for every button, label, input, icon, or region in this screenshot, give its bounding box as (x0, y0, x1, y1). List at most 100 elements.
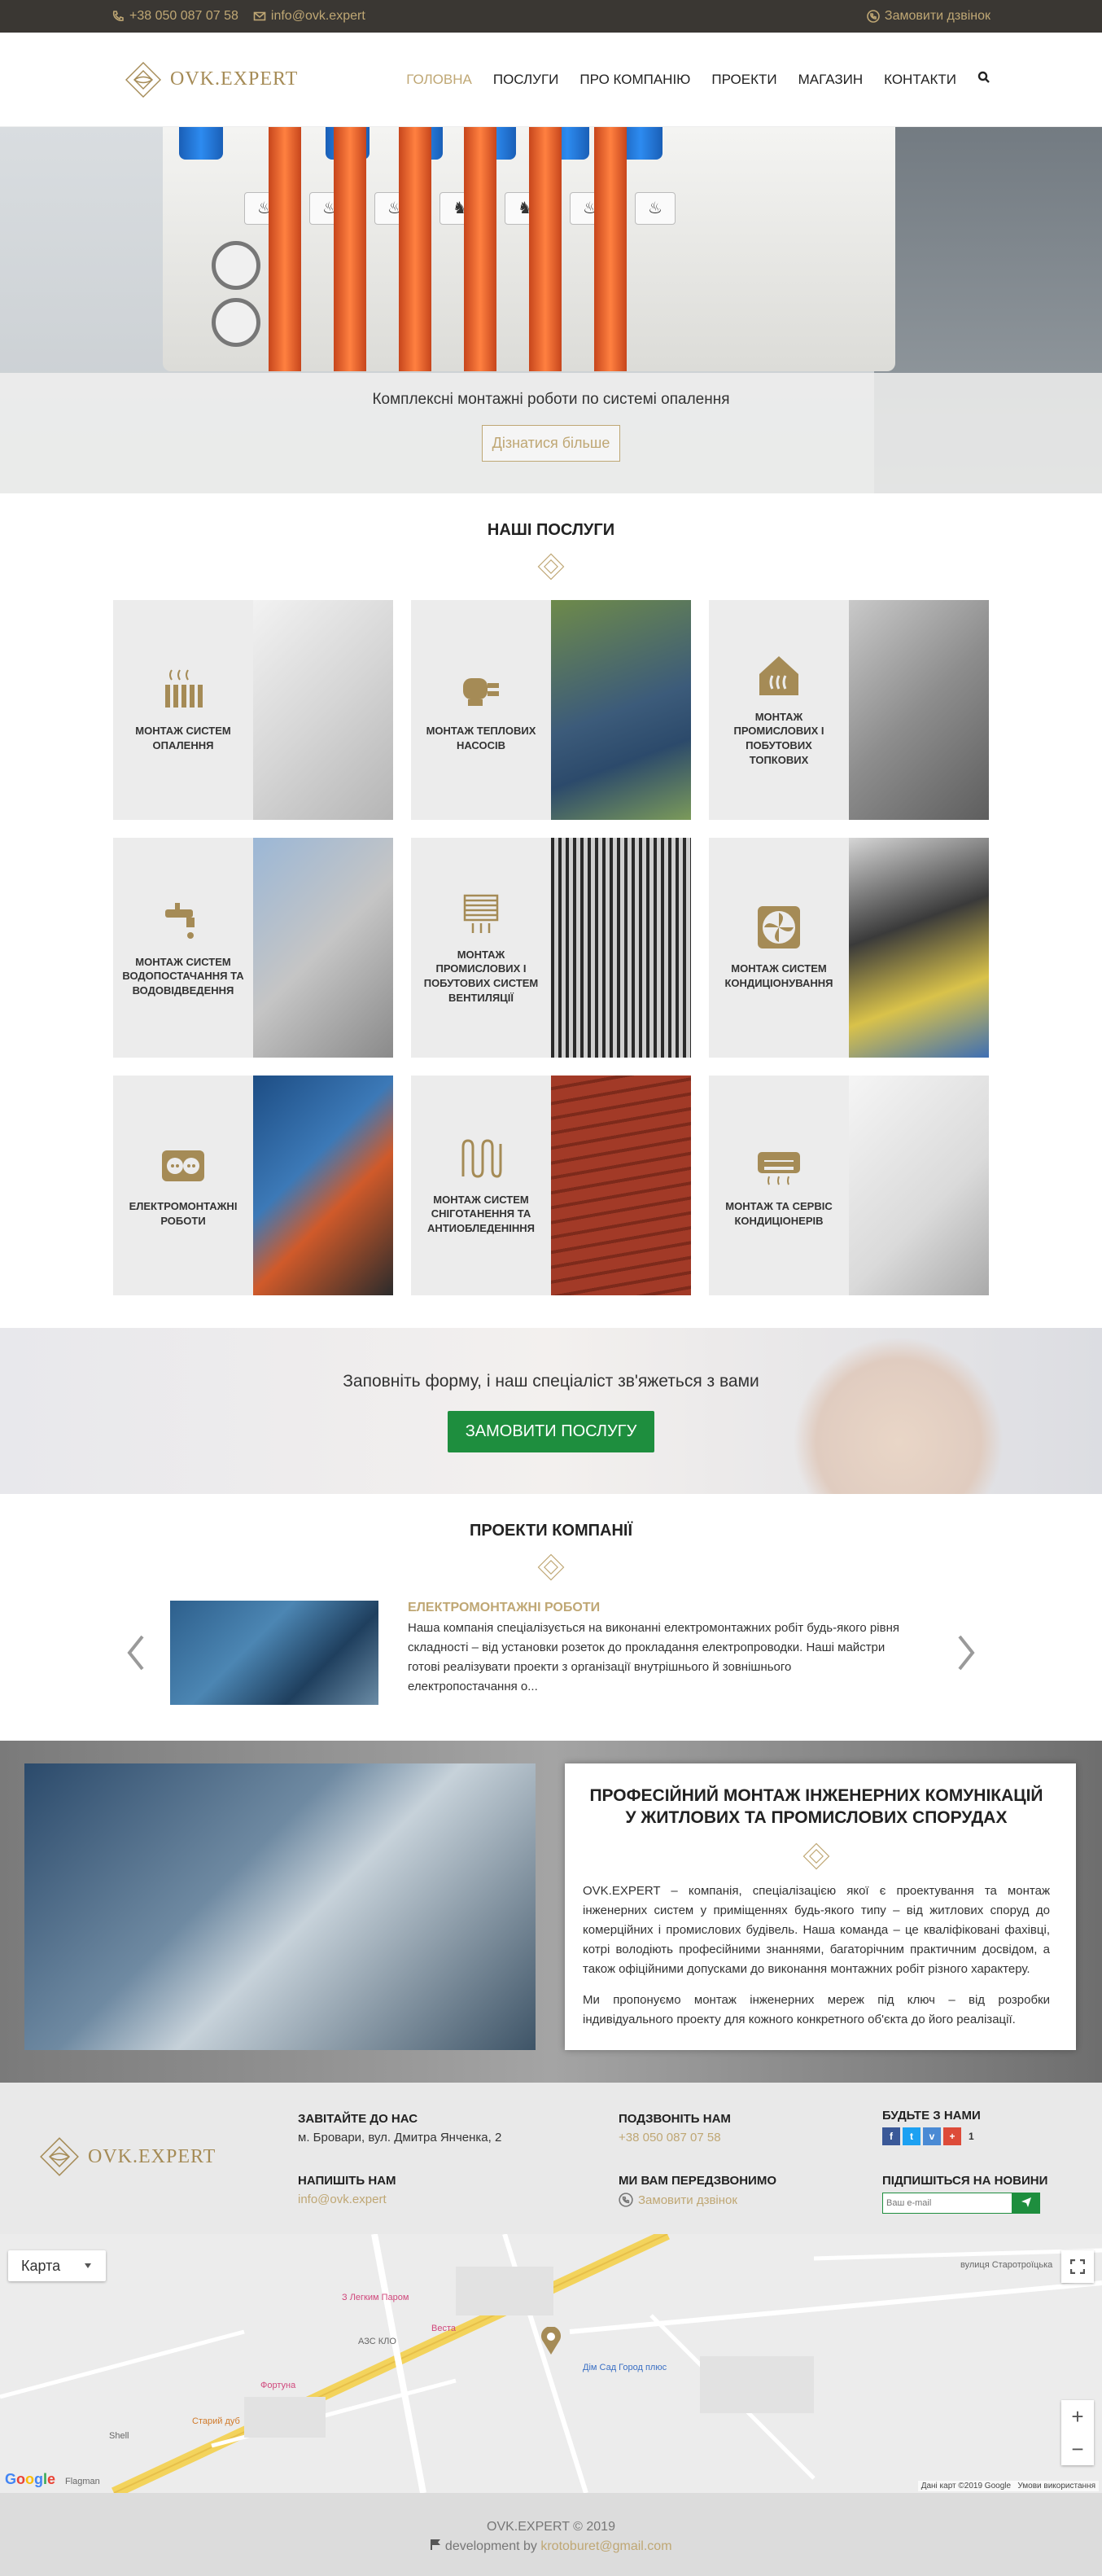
developer-credit: development by krotoburet@gmail.com (0, 2537, 1102, 2556)
ventilation-icon (458, 891, 504, 936)
zoom-out-button[interactable]: − (1061, 2433, 1094, 2465)
pipe-orange (464, 127, 496, 371)
vk-icon[interactable]: v (923, 2127, 941, 2145)
hero-banner: ♨ ♨ ♨ ♞ ♞ ♨ ♨ Комплексні монтажні роботи… (0, 127, 1102, 493)
search-button[interactable] (977, 71, 990, 88)
service-card-info: МОНТАЖ ПРОМИСЛОВИХ І ПОБУТОВИХ СИСТЕМ ВЕ… (411, 838, 551, 1058)
service-photo (253, 838, 393, 1058)
developer-email-link[interactable]: krotoburet@gmail.com (540, 2539, 671, 2553)
fan-icon (756, 905, 802, 950)
google-plus-icon[interactable]: + (943, 2127, 961, 2145)
map-poi-label: Дім Сад Город плюс (583, 2363, 667, 2372)
footer-email-link[interactable]: info@ovk.expert (298, 2193, 387, 2206)
send-icon (1021, 2197, 1031, 2207)
footer-recall-link[interactable]: Замовити дзвінок (619, 2193, 776, 2207)
site-header: OVK.EXPERT ГОЛОВНА ПОСЛУГИ ПРО КОМПАНІЮ … (0, 33, 1102, 127)
learn-more-button[interactable]: Дізнатися більше (481, 425, 621, 462)
diamond-divider-icon (537, 1553, 565, 1581)
project-title[interactable]: ЕЛЕКТРОМОНТАЖНІ РОБОТИ (408, 1601, 904, 1615)
topbar-phone-link[interactable]: +38 050 087 07 58 (112, 9, 238, 24)
service-card[interactable]: МОНТАЖ ПРОМИСЛОВИХ І ПОБУТОВИХ СИСТЕМ ВЕ… (411, 838, 691, 1058)
service-card[interactable]: МОНТАЖ ТА СЕРВІС КОНДИЦІОНЕРІВ (709, 1076, 989, 1295)
location-map[interactable]: Карта + − З Легким Паром Веста АЗС КЛО Ф… (0, 2234, 1102, 2493)
about-paragraph-1: OVK.EXPERT – компанія, спеціалізацією як… (583, 1883, 1050, 1976)
topbar-callback-link[interactable]: Замовити дзвінок (867, 9, 990, 24)
service-photo (551, 600, 691, 820)
chevron-left-icon (127, 1635, 144, 1671)
footer-call-title: ПОДЗВОНІТЬ НАМ (619, 2112, 731, 2126)
map-attribution[interactable]: Дані карт ©2019 Google Умови використанн… (917, 2481, 1099, 2491)
service-card[interactable]: МОНТАЖ СИСТЕМ ОПАЛЕННЯ (113, 600, 393, 820)
topbar-phone: +38 050 087 07 58 (129, 9, 238, 23)
slider-prev-button[interactable] (112, 1633, 160, 1672)
service-label: МОНТАЖ СИСТЕМ СНІГОТАНЕННЯ ТА АНТИОБЛЕДЕ… (426, 1193, 536, 1234)
site-logo[interactable]: OVK.EXPERT (125, 61, 298, 99)
map-poi-label: Веста (431, 2324, 456, 2333)
zoom-controls: + − (1061, 2400, 1094, 2465)
service-photo (551, 838, 691, 1058)
map-poi-label: З Легким Паром (342, 2293, 409, 2302)
map-marker-icon[interactable] (540, 2327, 562, 2355)
heat-pump-icon (458, 667, 504, 712)
service-card[interactable]: МОНТАЖ СИСТЕМ КОНДИЦІОНУВАННЯ (709, 838, 989, 1058)
footer-write: НАПИШІТЬ НАМ info@ovk.expert (298, 2174, 396, 2206)
service-label: МОНТАЖ СИСТЕМ ВОДОПОСТАЧАННЯ ТА ВОДОВІДВ… (122, 955, 244, 997)
fullscreen-button[interactable] (1061, 2250, 1094, 2283)
footer-visit-title: ЗАВІТАЙТЕ ДО НАС (298, 2112, 418, 2126)
footer-recall-title: МИ ВАМ ПЕРЕДЗВОНИМО (619, 2174, 776, 2188)
subscribe-email-input[interactable] (882, 2193, 1012, 2214)
zoom-in-button[interactable]: + (1061, 2400, 1094, 2433)
copyright-bar: OVK.EXPERT © 2019 development by krotobu… (0, 2493, 1102, 2576)
footer-address: м. Бровари, вул. Дмитра Янченка, 2 (298, 2131, 502, 2144)
nav-item-home[interactable]: ГОЛОВНА (406, 72, 472, 88)
logo-icon (40, 2137, 79, 2176)
order-service-button[interactable]: ЗАМОВИТИ ПОСЛУГУ (447, 1411, 655, 1452)
project-slide[interactable]: ЕЛЕКТРОМОНТАЖНІ РОБОТИ Наша компанія спе… (160, 1601, 942, 1705)
service-card[interactable]: МОНТАЖ ТЕПЛОВИХ НАСОСІВ (411, 600, 691, 820)
service-card[interactable]: ЕЛЕКТРОМОНТАЖНІ РОБОТИ (113, 1076, 393, 1295)
project-thumbnail (170, 1601, 378, 1705)
footer-phone-link[interactable]: +38 050 087 07 58 (619, 2131, 721, 2144)
twitter-icon[interactable]: t (903, 2127, 921, 2145)
service-card[interactable]: МОНТАЖ ПРОМИСЛОВИХ І ПОБУТОВИХ ТОПКОВИХ (709, 600, 989, 820)
service-card-info: МОНТАЖ ПРОМИСЛОВИХ І ПОБУТОВИХ ТОПКОВИХ (709, 600, 849, 820)
slider-next-button[interactable] (942, 1633, 990, 1672)
footer-subscribe: ПІДПИШІТЬСЯ НА НОВИНИ (882, 2174, 1047, 2214)
fullscreen-icon (1070, 2259, 1085, 2274)
topbar-email-link[interactable]: info@ovk.expert (253, 9, 365, 24)
nav-item-about[interactable]: ПРО КОМПАНІЮ (579, 72, 690, 88)
google-logo: Google (5, 2471, 56, 2487)
valve-blue (179, 127, 223, 160)
map-poi-label: Фортуна (260, 2381, 296, 2390)
nav-item-shop[interactable]: МАГАЗИН (798, 72, 863, 88)
nav-item-services[interactable]: ПОСЛУГИ (493, 72, 559, 88)
gauge (212, 298, 260, 347)
service-card-info: МОНТАЖ СИСТЕМ СНІГОТАНЕННЯ ТА АНТИОБЛЕДЕ… (411, 1076, 551, 1295)
facebook-icon[interactable]: f (882, 2127, 900, 2145)
nav-item-contacts[interactable]: КОНТАКТИ (884, 72, 956, 88)
nav-item-projects[interactable]: ПРОЕКТИ (711, 72, 776, 88)
footer-logo[interactable]: OVK.EXPERT (39, 2136, 216, 2177)
map-poi-label: АЗС КЛО (358, 2337, 396, 2346)
hero-caption: Комплексні монтажні роботи по системі оп… (0, 373, 1102, 493)
service-card[interactable]: МОНТАЖ СИСТЕМ ВОДОПОСТАЧАННЯ ТА ВОДОВІДВ… (113, 838, 393, 1058)
logo-icon (125, 61, 161, 98)
project-description: Наша компанія спеціалізується на виконан… (408, 1621, 899, 1693)
service-label: МОНТАЖ ТА СЕРВІС КОНДИЦІОНЕРІВ (725, 1200, 833, 1227)
footer-subscribe-title: ПІДПИШІТЬСЯ НА НОВИНИ (882, 2174, 1048, 2188)
hero-manifold-image: ♨ ♨ ♨ ♞ ♞ ♨ ♨ (163, 127, 895, 371)
service-card-info: МОНТАЖ СИСТЕМ КОНДИЦІОНУВАННЯ (709, 838, 849, 1058)
about-paragraph-2: Ми пропонуємо монтаж інженерних мереж пі… (583, 1992, 1050, 2026)
subscribe-button[interactable] (1012, 2193, 1040, 2214)
footer-call: ПОДЗВОНІТЬ НАМ +38 050 087 07 58 (619, 2112, 731, 2144)
site-footer: OVK.EXPERT ЗАВІТАЙТЕ ДО НАС м. Бровари, … (0, 2083, 1102, 2234)
map-poi-label: Shell (109, 2431, 129, 2441)
pipe-orange (269, 127, 301, 371)
service-card[interactable]: МОНТАЖ СИСТЕМ СНІГОТАНЕННЯ ТА АНТИОБЛЕДЕ… (411, 1076, 691, 1295)
operator-photo (793, 1336, 1004, 1494)
diamond-divider-icon (537, 553, 565, 580)
footer-recall: МИ ВАМ ПЕРЕДЗВОНИМО Замовити дзвінок (619, 2174, 776, 2207)
subscribe-form (882, 2193, 1047, 2214)
map-type-button[interactable]: Карта (8, 2250, 106, 2281)
map-terms-link[interactable]: Умови використання (1017, 2482, 1095, 2491)
